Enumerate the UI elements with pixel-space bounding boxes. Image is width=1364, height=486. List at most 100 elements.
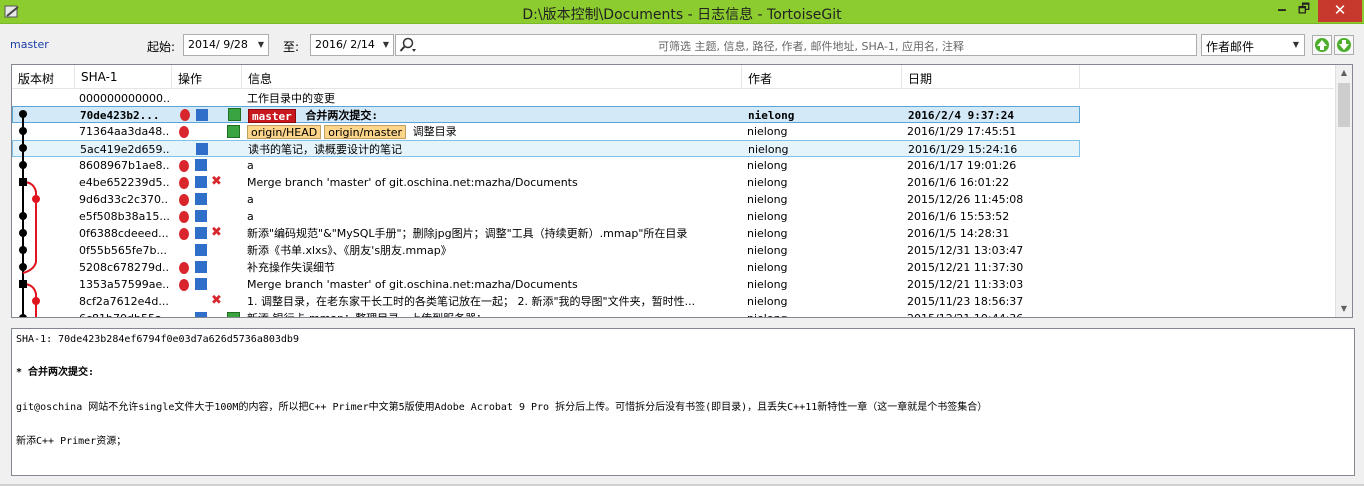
modified-file-icon xyxy=(180,109,190,121)
scrollbar-thumb[interactable] xyxy=(1338,83,1350,127)
log-row[interactable]: 5208c678279d... 补充操作失误细节 nielong 2015/12… xyxy=(12,259,1080,276)
remote-tag-origin-master[interactable]: origin/master xyxy=(324,125,407,139)
column-header-author[interactable]: 作者 xyxy=(742,65,902,89)
date-cell: 2015/12/26 11:45:08 xyxy=(907,193,1024,206)
modified-file-icon xyxy=(179,177,189,189)
added-file-icon xyxy=(195,210,207,222)
graph-node-branch xyxy=(32,297,40,305)
log-row[interactable]: 1353a57599ae... Merge branch 'master' of… xyxy=(12,276,1080,293)
to-date-picker[interactable]: 2016/ 2/14 ▼ xyxy=(310,34,394,56)
graph-node-branch xyxy=(32,195,40,203)
log-row[interactable]: e5f508b38a15... a nielong 2016/1/6 15:53… xyxy=(12,208,1080,225)
graph-node xyxy=(19,161,27,169)
date-cell: 2016/1/29 15:24:16 xyxy=(908,143,1018,156)
maximize-button[interactable]: 🗗 xyxy=(1290,0,1318,22)
scroll-up-icon[interactable]: ▲ xyxy=(1336,65,1352,81)
graph-node xyxy=(19,212,27,220)
scroll-down-icon[interactable]: ▼ xyxy=(1336,301,1352,317)
log-row[interactable]: 8cf2a7612e4d... ✖ 1. 调整目录，在老东家干长工时的各类笔记放… xyxy=(12,293,1080,310)
log-list[interactable]: 版本树 SHA-1 操作 信息 作者 日期 000000000000... 工作… xyxy=(11,64,1353,318)
log-row[interactable]: 6c81b70db55a... 新添 银行卡.mmap；整理目录，上传到服务器；… xyxy=(12,310,1080,317)
added-file-icon xyxy=(195,159,207,171)
message-cell: a xyxy=(247,159,254,172)
sha-cell: 000000000000... xyxy=(79,92,169,105)
added-file-icon xyxy=(196,143,208,155)
log-list-header: 版本树 SHA-1 操作 信息 作者 日期 xyxy=(12,65,1334,89)
log-list-scrollbar[interactable]: ▲ ▼ xyxy=(1335,65,1352,317)
branch-tag-master[interactable]: master xyxy=(248,109,296,123)
log-row[interactable]: 000000000000... 工作目录中的变更 xyxy=(12,90,1080,107)
log-row-selected[interactable]: 70de423b2... master 合并两次提交: nielong 2016… xyxy=(12,106,1080,123)
graph-node xyxy=(19,263,27,271)
author-cell: nielong xyxy=(747,295,788,308)
author-cell: nielong xyxy=(747,159,788,172)
sha-cell: 71364aa3da48... xyxy=(79,125,169,138)
date-cell: 2015/12/31 13:03:47 xyxy=(907,244,1024,257)
author-cell: nielong xyxy=(748,109,795,122)
date-cell: 2016/1/6 16:01:22 xyxy=(907,176,1010,189)
close-button[interactable]: ✕ xyxy=(1318,0,1362,22)
log-row[interactable]: 0f55b565fe7b... 新添《书单.xlxs》、《朋友's朋友.mmap… xyxy=(12,242,1080,259)
actions-cell xyxy=(177,310,247,317)
column-header-sha[interactable]: SHA-1 xyxy=(75,65,172,89)
sha-cell: 6c81b70db55a... xyxy=(79,310,169,317)
branch-link[interactable]: master xyxy=(10,38,49,51)
next-button[interactable] xyxy=(1334,35,1354,55)
arrow-up-icon xyxy=(1315,38,1329,52)
to-label: 至: xyxy=(283,40,300,54)
search-placeholder: 可筛选 主题, 信息, 路径, 作者, 邮件地址, SHA-1, 应用名, 注释 xyxy=(658,40,964,53)
log-row[interactable]: 9d6d33c2c370... a nielong 2015/12/26 11:… xyxy=(12,191,1080,208)
detail-subject-line: * 合并两次提交: xyxy=(16,367,95,378)
log-row-hovered[interactable]: 5ac419e2d659... 读书的笔记，读概要设计的笔记 nielong 2… xyxy=(12,140,1080,157)
added-file-icon xyxy=(196,109,208,121)
title-bar: D:\版本控制\Documents - 日志信息 - TortoiseGit 🗕… xyxy=(0,0,1364,24)
log-row[interactable]: 0f6388cdeeed... ✖ 新添"编码规范"&"MySQL手册"；删除j… xyxy=(12,225,1080,242)
merge-icon xyxy=(227,312,240,317)
commit-message-panel[interactable]: SHA-1: 70de423b284ef6794f0e03d7a626d5736… xyxy=(11,328,1355,476)
previous-button[interactable] xyxy=(1312,35,1332,55)
graph-merge-node xyxy=(19,280,27,288)
column-header-date[interactable]: 日期 xyxy=(902,65,1080,89)
date-cell: 2015/12/21 11:37:30 xyxy=(907,261,1024,274)
remote-tag-origin-head[interactable]: origin/HEAD xyxy=(247,125,322,139)
filter-field-select[interactable]: 作者邮件 ▼ xyxy=(1201,34,1305,56)
sha-cell: 8608967b1ae8... xyxy=(79,159,169,172)
actions-cell xyxy=(178,141,248,158)
modified-file-icon xyxy=(179,126,189,138)
chevron-down-icon[interactable]: ▼ xyxy=(254,35,268,55)
date-cell: 2015/11/23 18:56:37 xyxy=(907,295,1024,308)
revision-graph xyxy=(19,110,40,317)
log-row[interactable]: 71364aa3da48... origin/HEAD origin/master… xyxy=(12,123,1080,140)
graph-node xyxy=(19,246,27,254)
sha-cell: e5f508b38a15... xyxy=(79,210,169,223)
deleted-file-icon: ✖ xyxy=(211,293,222,308)
actions-cell xyxy=(177,242,247,259)
message-cell: 补充操作失误细节 xyxy=(247,261,335,274)
from-date-picker[interactable]: 2014/ 9/28 ▼ xyxy=(183,34,269,56)
panel-splitter[interactable] xyxy=(11,319,1355,327)
sha-cell: 9d6d33c2c370... xyxy=(79,193,169,206)
date-cell: 2016/2/4 9:37:24 xyxy=(908,109,1014,122)
message-cell: 读书的笔记，读概要设计的笔记 xyxy=(248,143,402,156)
log-row[interactable]: 8608967b1ae8... a nielong 2016/1/17 19:0… xyxy=(12,157,1080,174)
from-label: 起始: xyxy=(147,40,176,54)
modified-file-icon xyxy=(179,228,189,240)
detail-sha-line: SHA-1: 70de423b284ef6794f0e03d7a626d5736… xyxy=(16,334,299,345)
author-cell: nielong xyxy=(747,278,788,291)
column-header-actions[interactable]: 操作 xyxy=(172,65,242,89)
detail-body-line-2: 新添C++ Primer资源； xyxy=(16,436,127,447)
search-field[interactable]: 可筛选 主题, 信息, 路径, 作者, 邮件地址, SHA-1, 应用名, 注释 xyxy=(395,34,1197,56)
modified-file-icon xyxy=(179,160,189,172)
sha-cell: 8cf2a7612e4d... xyxy=(79,295,169,308)
sha-cell: 1353a57599ae... xyxy=(79,278,169,291)
author-cell: nielong xyxy=(747,310,897,317)
column-header-message[interactable]: 信息 xyxy=(242,65,742,89)
author-cell: nielong xyxy=(747,125,788,138)
graph-node xyxy=(19,229,27,237)
column-header-graph[interactable]: 版本树 xyxy=(12,65,75,89)
date-cell: 2015/12/21 11:33:03 xyxy=(907,278,1024,291)
log-row[interactable]: e4be652239d5... ✖ Merge branch 'master' … xyxy=(12,174,1080,191)
chevron-down-icon[interactable]: ▼ xyxy=(379,35,393,55)
modified-file-icon xyxy=(179,211,189,223)
chevron-down-icon[interactable]: ▼ xyxy=(1289,36,1303,54)
